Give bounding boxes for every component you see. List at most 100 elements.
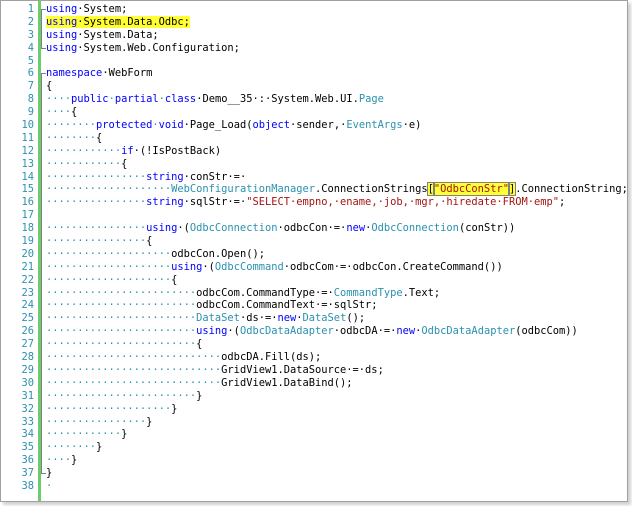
line-content: ····························odbcDA.Fill(… — [46, 351, 321, 364]
line-number: 31 — [21, 389, 34, 402]
code-line[interactable]: 8 ····public·partial·class·Demo__35·:·Sys… — [1, 93, 627, 107]
code-line[interactable]: 7{ — [1, 80, 627, 94]
code-token: } — [96, 441, 103, 454]
line-number: 25 — [21, 312, 34, 325]
code-token: ·odbcCom·=·odbcCon.CreateCommand()) — [283, 260, 503, 273]
code-line[interactable]: 29 ····························GridView1.… — [1, 363, 627, 377]
code-line[interactable]: 32 ····················} — [1, 402, 627, 416]
code-line[interactable]: 16 ················string·sqlStr·=·"SELEC… — [1, 196, 627, 210]
code-token: ········ — [46, 119, 97, 132]
code-token: { — [196, 338, 203, 351]
code-token: } — [196, 389, 203, 402]
code-token: ·Page_Load( — [183, 119, 253, 132]
code-token: ·Demo__35·:·System.Web.UI. — [196, 93, 359, 106]
code-line[interactable]: 11 ········{ — [1, 131, 627, 145]
code-line[interactable]: 30 ····························GridView1.… — [1, 376, 627, 390]
code-line[interactable]: 38 · — [1, 480, 627, 493]
code-token: protected — [96, 119, 153, 132]
code-token: .ConnectionString; — [515, 183, 628, 196]
code-line[interactable]: 14 ················string·conStr·=· — [1, 170, 627, 184]
line-content: ················using·(OdbcConnection·od… — [46, 222, 515, 235]
line-content: ········} — [46, 441, 102, 454]
code-line[interactable]: 6 namespace·WebForm — [1, 67, 627, 82]
line-number: 23 — [21, 286, 34, 299]
code-token: ·System.Data.Odbc; — [77, 15, 190, 28]
code-token: (odbcCom)) — [515, 325, 578, 338]
code-token: (conStr)) — [458, 222, 516, 235]
code-line[interactable]: 36 ····} — [1, 454, 627, 468]
code-token: odbcCom.CommandText·=·sqlStr; — [196, 299, 378, 312]
code-line[interactable]: 20 ····················odbcCon.Open(); — [1, 247, 627, 261]
code-token: ························ — [46, 325, 197, 338]
code-line[interactable]: 1 using·System; — [1, 3, 627, 17]
code-line[interactable]: 31 ························} — [1, 389, 627, 403]
code-token: ···· — [46, 106, 72, 119]
code-line[interactable]: 19 ················{ — [1, 235, 627, 248]
code-token: (); — [346, 312, 366, 325]
code-token: WebConfigurationManager — [171, 183, 316, 196]
code-token: using — [146, 222, 178, 235]
code-line[interactable]: 17 — [1, 209, 627, 223]
code-line[interactable]: 18 ················using·(OdbcConnection·… — [1, 222, 627, 236]
code-token: ························ — [46, 389, 197, 402]
code-area[interactable]: 1 using·System; 2 using·System.Data.Odbc; 3 u… — [1, 3, 627, 493]
line-content: ····························GridView1.Da… — [46, 364, 384, 377]
code-token: ; — [559, 196, 566, 209]
line-number: 29 — [21, 363, 34, 376]
code-line[interactable]: 23 ························odbcCom.Comman… — [1, 286, 627, 300]
code-line[interactable]: 33 ················} — [1, 415, 627, 429]
code-line[interactable]: 37} — [1, 467, 627, 480]
code-line[interactable]: 26 ························using·(OdbcDat… — [1, 325, 627, 339]
code-token: ············ — [46, 144, 122, 157]
code-line[interactable]: 28 ····························odbcDA.Fil… — [1, 351, 627, 364]
line-content: ················{ — [46, 235, 152, 248]
line-content: ························DataSet·ds·=·new… — [46, 312, 365, 325]
line-number: 8 — [27, 93, 34, 106]
code-line[interactable]: 2 using·System.Data.Odbc; — [1, 15, 627, 29]
code-line[interactable]: 3 using·System.Data; — [1, 28, 627, 42]
code-token: new — [396, 325, 416, 338]
line-number: 2 — [27, 15, 34, 28]
line-content: ····················odbcCon.Open(); — [46, 248, 265, 261]
code-line[interactable]: 15 ····················WebConfigurationMa… — [1, 182, 628, 197]
code-token: partial — [114, 93, 159, 106]
line-content: ················} — [46, 416, 152, 429]
code-token: CommandType — [333, 286, 403, 299]
code-token: ·(!IsPostBack) — [133, 144, 222, 157]
code-token: void — [158, 119, 184, 132]
line-content: ························using·(OdbcDataA… — [46, 325, 578, 338]
code-line[interactable]: 22 ····················{ — [1, 273, 627, 287]
code-line[interactable]: 13 ············{ — [1, 157, 627, 171]
line-content: ············if·(!IsPostBack) — [46, 145, 221, 158]
code-line[interactable]: 4 using·System.Web.Configuration; — [1, 41, 627, 55]
line-number: 4 — [27, 41, 34, 54]
code-line[interactable]: 27 ························{ — [1, 338, 627, 352]
line-content: ························odbcCom.CommandT… — [46, 287, 440, 300]
code-line[interactable]: 5 — [1, 55, 627, 68]
code-editor[interactable]: 1 using·System; 2 using·System.Data.Odbc; 3 u… — [0, 0, 628, 502]
code-line[interactable]: 24 ························odbcCom.Comman… — [1, 299, 627, 313]
line-number: 27 — [21, 338, 34, 351]
line-content: namespace·WebForm — [46, 67, 152, 80]
code-line[interactable]: 35 ········} — [1, 441, 627, 455]
code-token: ················ — [46, 196, 147, 209]
line-content: using·System.Web.Configuration; — [46, 42, 240, 55]
line-content: { — [46, 80, 52, 93]
code-line[interactable]: 34 ············} — [1, 428, 627, 442]
code-token: ·sender,· — [290, 119, 347, 132]
code-line[interactable]: 10 ········protected·void·Page_Load(objec… — [1, 119, 627, 132]
line-content: ························} — [46, 390, 202, 403]
code-token: ···················· — [46, 247, 172, 260]
code-line[interactable]: 21 ····················using·(OdbcCommand… — [1, 260, 627, 274]
code-token: [ — [426, 182, 435, 197]
line-content: ············} — [46, 428, 127, 441]
code-line[interactable]: 9 ····{ — [1, 106, 627, 120]
line-number: 17 — [21, 209, 34, 222]
line-number: 12 — [21, 144, 34, 157]
code-token: ················ — [46, 170, 147, 183]
line-number: 32 — [21, 402, 34, 415]
line-number: 14 — [21, 170, 34, 183]
code-line[interactable]: 25 ························DataSet·ds·=·n… — [1, 312, 627, 326]
line-content: ········protected·void·Page_Load(object·… — [46, 119, 421, 132]
code-line[interactable]: 12 ············if·(!IsPostBack) — [1, 144, 627, 158]
